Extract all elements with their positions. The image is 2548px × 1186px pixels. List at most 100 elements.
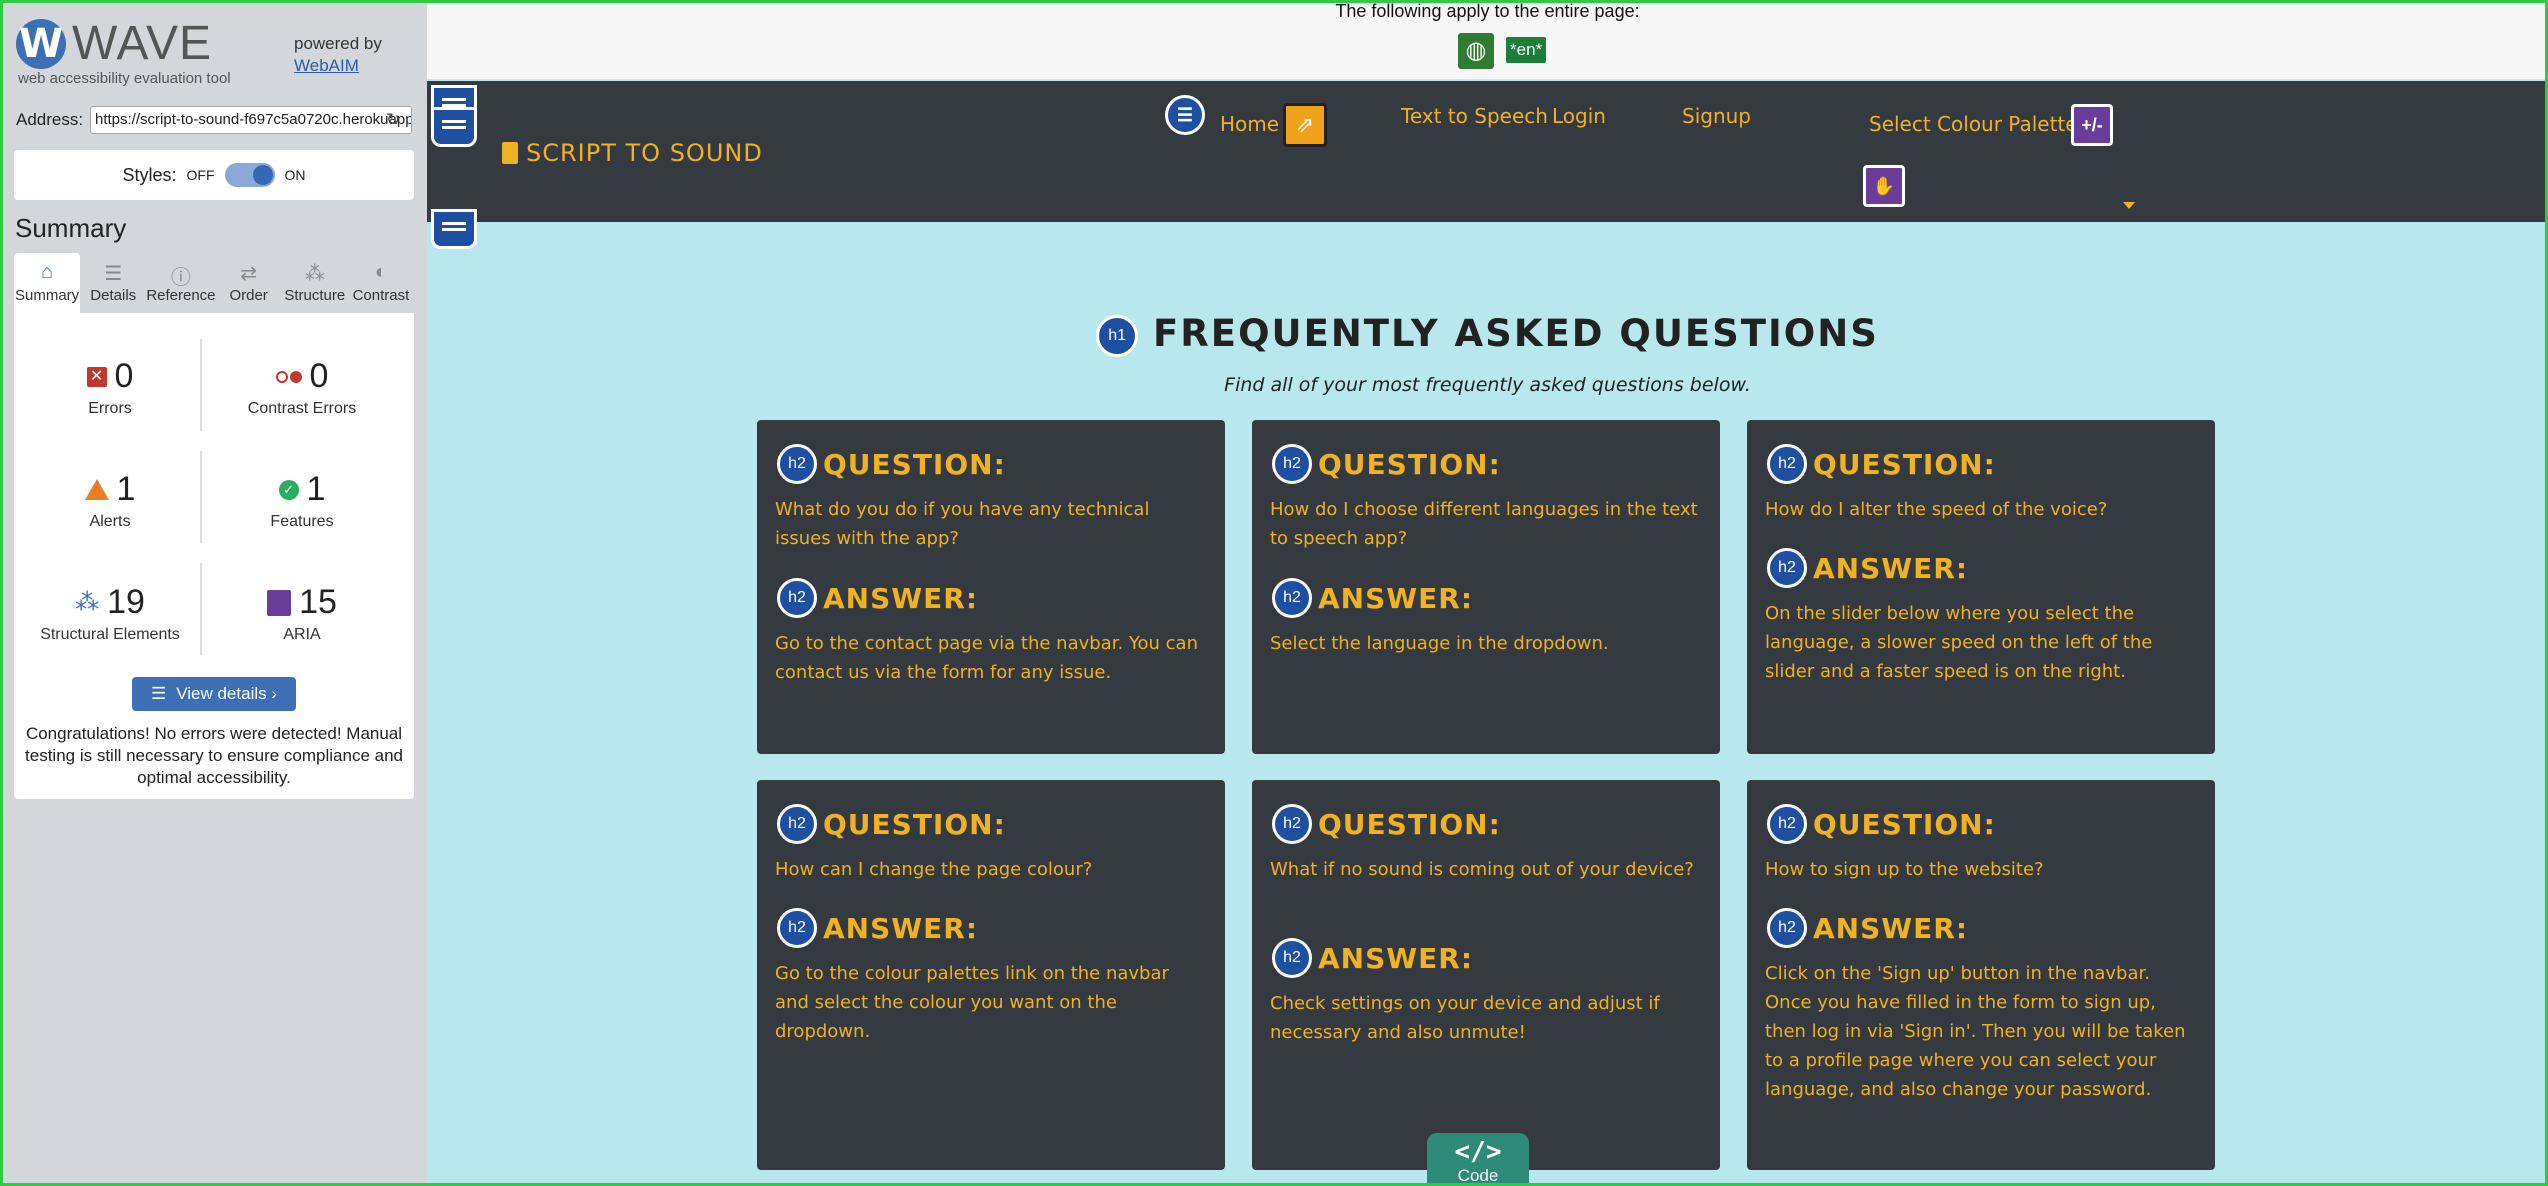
- faq-card: h2 QUESTION: What do you do if you have a…: [757, 420, 1225, 754]
- alert-icon[interactable]: ⇗: [1283, 103, 1327, 147]
- h2-icon[interactable]: h2: [1767, 908, 1807, 948]
- structure-icon: ⁂: [304, 263, 325, 285]
- list-icon[interactable]: ☰: [1165, 95, 1205, 135]
- tab-structure[interactable]: ⁂ Structure: [281, 253, 348, 313]
- congrats-message: Congratulations! No errors were detected…: [25, 724, 403, 787]
- faq-card: h2 QUESTION: How can I change the page co…: [757, 780, 1225, 1170]
- info-icon: ⓘ: [170, 267, 191, 289]
- nav-home[interactable]: Home: [1220, 112, 1279, 136]
- nav-signup[interactable]: Signup: [1682, 104, 1751, 128]
- summary-title: Summary: [15, 213, 127, 243]
- wave-tagline: web accessibility evaluation tool: [18, 70, 231, 87]
- features-count: 1: [306, 470, 326, 508]
- h2-icon[interactable]: h2: [1272, 578, 1312, 618]
- tab-label: Contrast: [352, 287, 410, 304]
- wave-logo[interactable]: W WAVE: [16, 16, 212, 71]
- answer-heading-text: ANSWER:: [1813, 911, 1969, 945]
- answer-text: Check settings on your device and adjust…: [1270, 993, 1660, 1043]
- errors-label: Errors: [88, 400, 132, 417]
- tab-details[interactable]: ☰ Details: [80, 253, 147, 313]
- tab-label: Reference: [146, 287, 216, 304]
- site-brand[interactable]: SCRIPT TO SOUND: [502, 139, 763, 167]
- address-label: Address:: [16, 110, 84, 129]
- h2-icon[interactable]: h2: [777, 578, 817, 618]
- summary-panel: ✕ 0 Errors 0 Contrast Errors 1 Alerts ✓ 1 …: [14, 313, 414, 799]
- wave-tabs: ⌂ Summary ☰ Details ⓘ Reference ⇄ Order …: [14, 253, 414, 313]
- aria-icon[interactable]: +/-: [2071, 104, 2113, 146]
- aria-label: ARIA: [283, 626, 321, 643]
- h2-icon[interactable]: h2: [777, 444, 817, 484]
- aria-icon: [267, 589, 292, 616]
- tab-reference[interactable]: ⓘ Reference: [146, 253, 216, 313]
- h2-icon[interactable]: h2: [1272, 444, 1312, 484]
- stat-structural[interactable]: ⁂ 19 Structural Elements: [20, 583, 200, 644]
- tab-contrast[interactable]: ◐ Contrast: [347, 253, 414, 313]
- question-text: How do I choose different languages in t…: [1270, 499, 1698, 549]
- h2-icon[interactable]: h2: [777, 804, 817, 844]
- list-icon: ☰: [104, 263, 123, 285]
- tab-order[interactable]: ⇄ Order: [215, 253, 282, 313]
- stat-errors[interactable]: ✕ 0 Errors: [20, 357, 200, 418]
- styles-on-label: ON: [284, 167, 306, 183]
- question-heading: h2 QUESTION:: [1272, 804, 1501, 844]
- globe-icon[interactable]: ◍: [1458, 33, 1494, 69]
- answer-heading-text: ANSWER:: [1318, 941, 1474, 975]
- answer-text: Go to the colour palettes link on the na…: [775, 963, 1169, 1042]
- question-heading: h2 QUESTION:: [777, 444, 1006, 484]
- nav-text-to-speech[interactable]: Text to Speech: [1401, 104, 1548, 128]
- h2-icon[interactable]: h2: [1272, 804, 1312, 844]
- answer-heading-text: ANSWER:: [823, 581, 979, 615]
- question-text: How do I alter the speed of the voice?: [1765, 499, 2108, 520]
- styles-toggle[interactable]: [224, 163, 275, 187]
- contrast-error-icon: [275, 370, 302, 383]
- view-details-label: View details ›: [176, 684, 278, 703]
- question-heading-text: QUESTION:: [1318, 447, 1501, 481]
- file-audio-icon: [502, 142, 518, 164]
- tab-summary[interactable]: ⌂ Summary: [14, 253, 81, 313]
- nav-login[interactable]: Login: [1552, 104, 1606, 128]
- question-heading-text: QUESTION:: [1318, 807, 1501, 841]
- h2-icon[interactable]: h2: [1767, 548, 1807, 588]
- address-input[interactable]: https://script-to-sound-f697c5a0720c.her…: [90, 106, 412, 134]
- webaim-link[interactable]: WebAIM: [294, 55, 382, 77]
- styles-panel: Styles: OFF ON: [14, 150, 414, 200]
- question-text: What do you do if you have any technical…: [775, 499, 1150, 549]
- powered-by-label: powered by: [294, 34, 382, 53]
- structure-icon: ⁂: [75, 589, 100, 616]
- stat-contrast-errors[interactable]: 0 Contrast Errors: [212, 357, 392, 418]
- stat-alerts[interactable]: 1 Alerts: [20, 470, 200, 531]
- h2-icon[interactable]: h2: [1767, 804, 1807, 844]
- answer-text: Select the language in the dropdown.: [1270, 633, 1609, 654]
- list-icon: ☰: [150, 684, 167, 703]
- h2-icon[interactable]: h2: [1767, 444, 1807, 484]
- stat-aria[interactable]: 15 ARIA: [212, 583, 392, 644]
- nav-colour-palette[interactable]: Select Colour Palette: [1869, 112, 2078, 136]
- page-title-text: FREQUENTLY ASKED QUESTIONS: [1153, 312, 1879, 355]
- structural-label: Structural Elements: [40, 626, 180, 643]
- styles-off-label: OFF: [186, 167, 215, 183]
- stat-features[interactable]: ✓ 1 Features: [212, 470, 392, 531]
- h2-icon[interactable]: h2: [1272, 938, 1312, 978]
- aria-icon[interactable]: ✋: [1863, 165, 1905, 207]
- landmark-main-icon[interactable]: [431, 209, 477, 249]
- view-details-button[interactable]: ☰ View details ›: [132, 677, 296, 711]
- alerts-label: Alerts: [89, 513, 131, 530]
- faq-card: h2 QUESTION: How do I alter the speed of …: [1747, 420, 2215, 754]
- reload-icon[interactable]: ↻: [386, 110, 400, 130]
- landmark-nav-icon[interactable]: [431, 107, 477, 147]
- language-badge[interactable]: *en*: [1506, 37, 1547, 63]
- h1-icon[interactable]: h1: [1096, 314, 1139, 357]
- toggle-knob: [252, 165, 273, 185]
- divider: [200, 451, 202, 543]
- page-level-notice: The following apply to the entire page: …: [427, 0, 2548, 80]
- question-text: How can I change the page colour?: [775, 859, 1093, 880]
- wave-logo-word: WAVE: [72, 17, 213, 70]
- errors-count: 0: [114, 357, 134, 395]
- h2-icon[interactable]: h2: [777, 908, 817, 948]
- answer-heading-text: ANSWER:: [1318, 581, 1474, 615]
- tab-label: Structure: [284, 287, 346, 304]
- code-toggle-button[interactable]: </> Code: [1427, 1133, 1529, 1186]
- powered-by: powered by WebAIM: [294, 33, 382, 77]
- answer-heading: h2 ANSWER:: [1767, 548, 1968, 588]
- chevron-down-icon[interactable]: [2123, 202, 2135, 209]
